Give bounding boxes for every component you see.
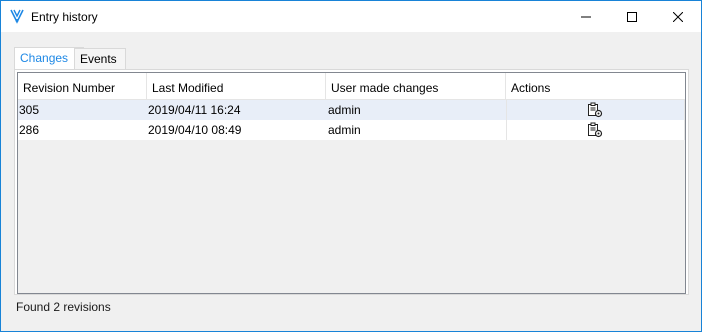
user-cell: admin <box>328 123 361 137</box>
table-header: Revision Number Last Modified User made … <box>18 73 685 100</box>
title-bar[interactable]: Entry history <box>1 1 701 32</box>
tab-events[interactable]: Events <box>74 48 126 69</box>
app-logo-icon <box>9 8 25 24</box>
window-title: Entry history <box>31 10 98 24</box>
entry-history-window: Entry history Changes Events Revision Nu… <box>0 0 702 332</box>
user-cell: admin <box>328 103 361 117</box>
maximize-icon <box>627 11 637 22</box>
table-row[interactable]: 286 2019/04/10 08:49 admin <box>18 120 685 140</box>
column-header-last-modified[interactable]: Last Modified <box>147 73 326 99</box>
actions-cell <box>506 100 685 120</box>
actions-cell <box>506 120 685 140</box>
last-modified-cell: 2019/04/10 08:49 <box>148 123 242 137</box>
revisions-table: Revision Number Last Modified User made … <box>17 72 686 294</box>
column-header-user[interactable]: User made changes <box>326 73 506 99</box>
revision-details-icon[interactable] <box>587 102 603 118</box>
minimize-button[interactable] <box>563 1 609 32</box>
column-header-actions[interactable]: Actions <box>506 73 685 99</box>
revision-number-cell: 286 <box>19 123 40 137</box>
close-icon <box>673 11 683 22</box>
last-modified-cell: 2019/04/11 16:24 <box>148 103 241 117</box>
minimize-icon <box>581 16 591 17</box>
changes-panel: Revision Number Last Modified User made … <box>14 69 689 295</box>
close-button[interactable] <box>655 1 701 32</box>
column-header-revision-number[interactable]: Revision Number <box>18 73 147 99</box>
revision-details-icon[interactable] <box>587 122 603 138</box>
status-text: Found 2 revisions <box>16 300 111 314</box>
table-row[interactable]: 305 2019/04/11 16:24 admin <box>18 100 685 120</box>
maximize-button[interactable] <box>609 1 655 32</box>
revision-number-cell: 305 <box>19 103 40 117</box>
